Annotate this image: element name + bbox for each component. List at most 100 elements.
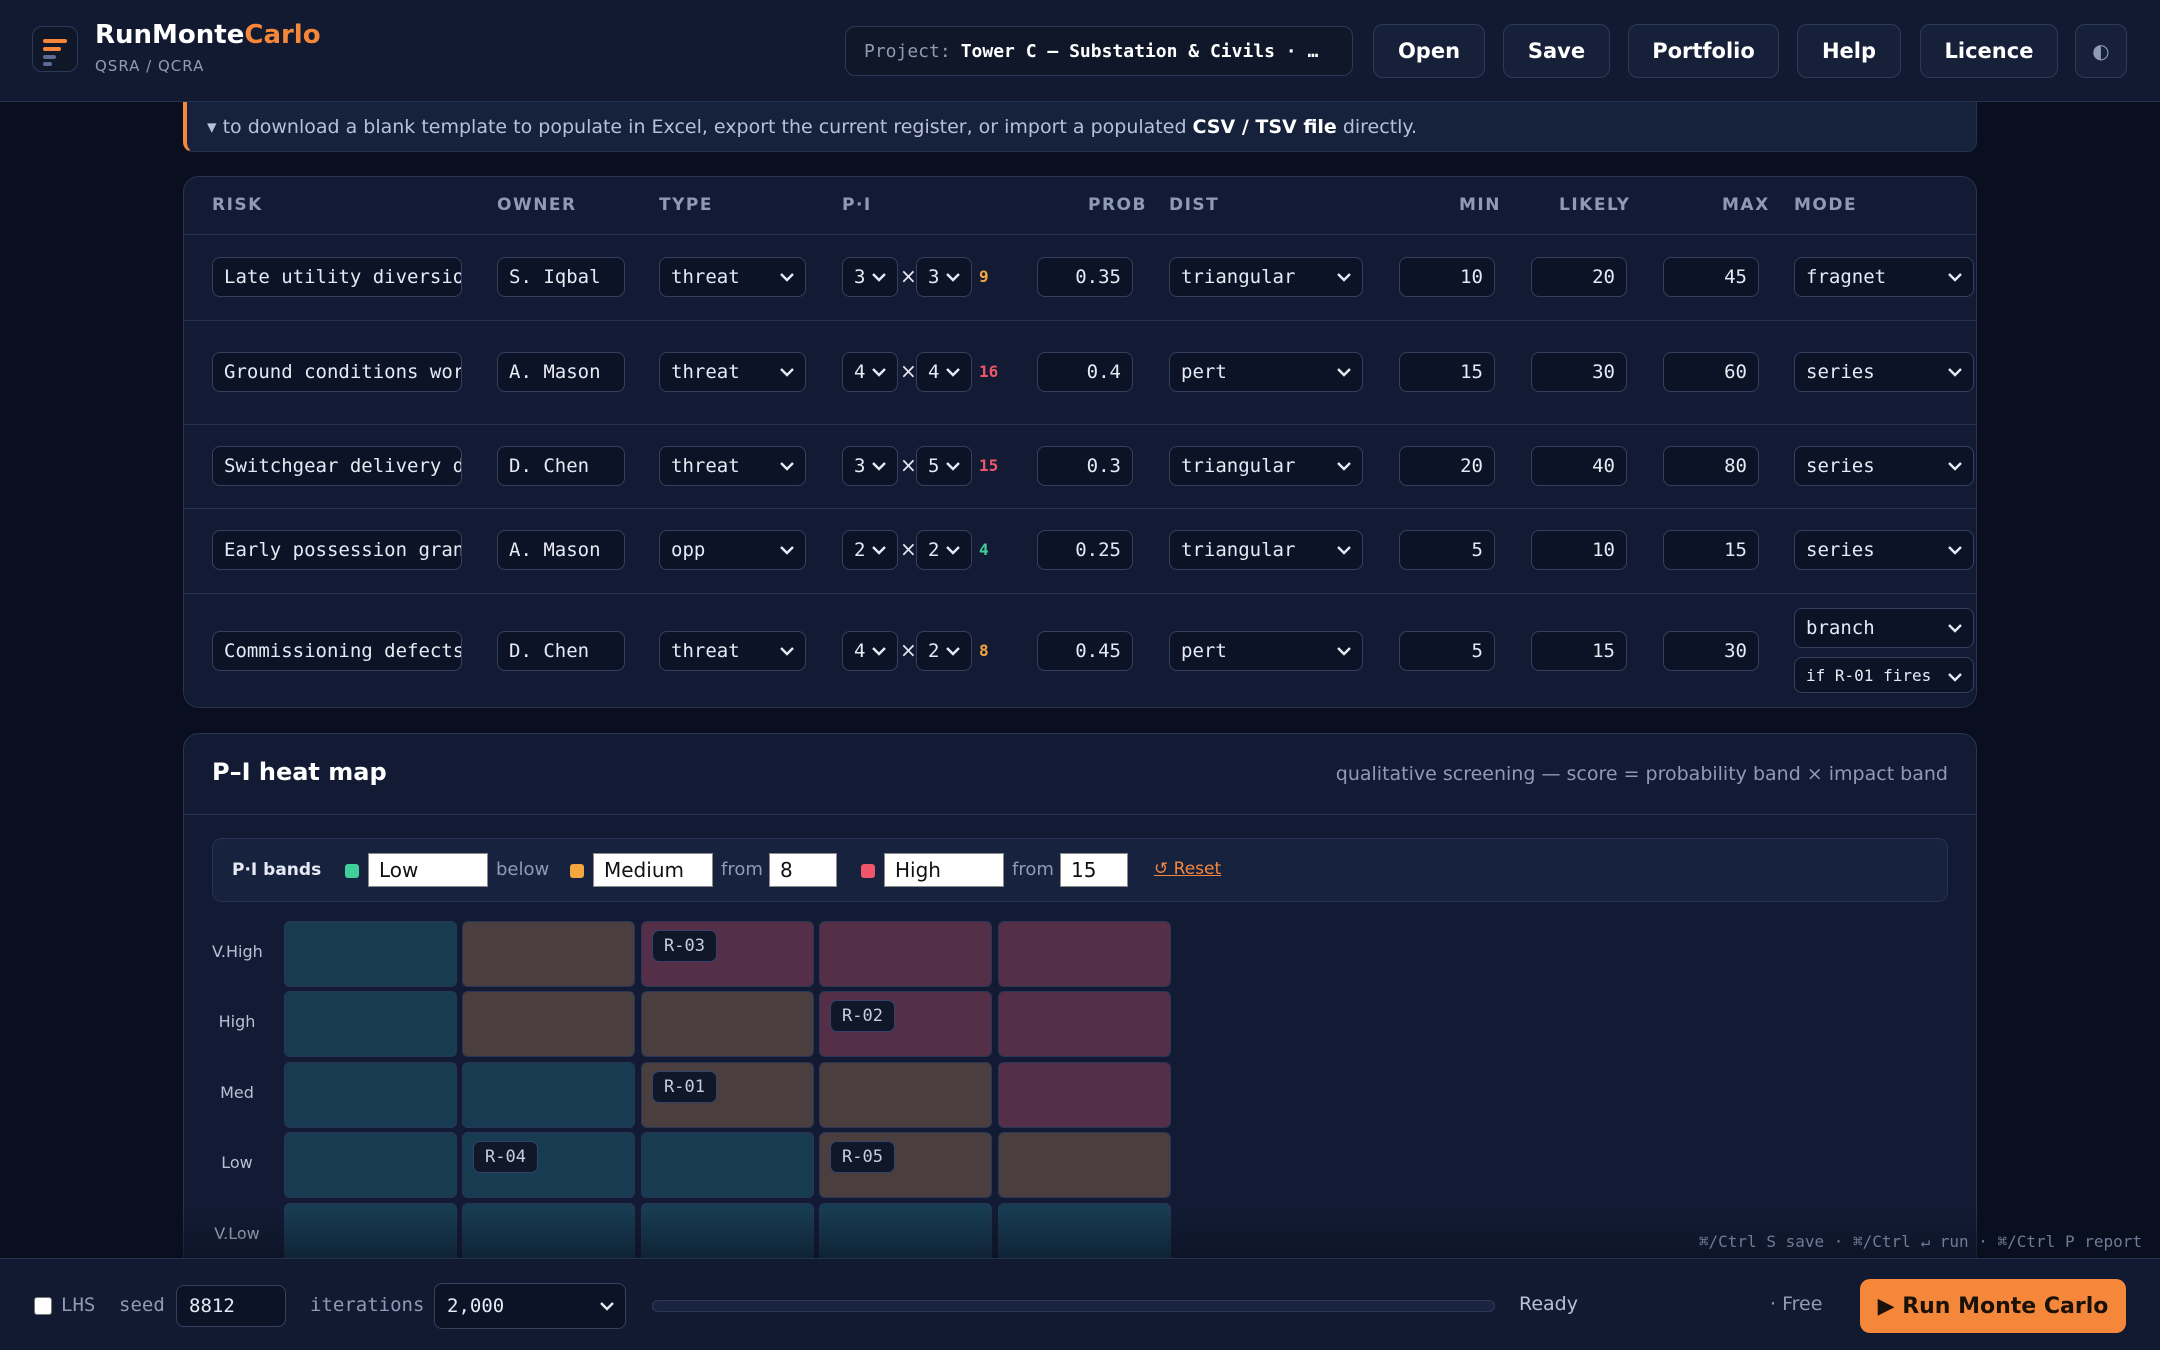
probability-input[interactable]: 0.45 (1037, 631, 1133, 671)
save-button[interactable]: Save (1503, 24, 1610, 78)
owner-input[interactable]: D. Chen (497, 631, 625, 671)
probability-band-select[interactable]: 3 (842, 446, 898, 486)
mode-select[interactable]: series (1794, 352, 1974, 392)
chevron-down-icon (946, 368, 960, 377)
heat-row-label: Med (220, 1083, 254, 1102)
chevron-down-icon (1948, 368, 1962, 377)
chevron-down-icon (1337, 273, 1351, 282)
impact-band-select[interactable]: 4 (916, 352, 972, 392)
max-input[interactable]: 30 (1663, 631, 1759, 671)
max-input[interactable]: 80 (1663, 446, 1759, 486)
reset-bands-link[interactable]: ↺ Reset (1154, 859, 1221, 879)
impact-band-select[interactable]: 2 (916, 631, 972, 671)
heat-cell (462, 921, 635, 987)
distribution-select-value: triangular (1181, 266, 1296, 288)
distribution-select[interactable]: triangular (1169, 530, 1363, 570)
open-button[interactable]: Open (1373, 24, 1485, 78)
medium-band-name-input[interactable]: Medium (593, 853, 713, 887)
high-threshold-input[interactable]: 15 (1060, 853, 1128, 887)
likely-input[interactable]: 10 (1531, 530, 1627, 570)
type-select[interactable]: threat (659, 446, 806, 486)
risk-marker[interactable]: R-02 (830, 1000, 895, 1032)
seed-input[interactable]: 8812 (176, 1285, 286, 1327)
owner-input[interactable]: S. Iqbal (497, 257, 625, 297)
low-band-label: below (496, 859, 550, 880)
medium-threshold-input[interactable]: 8 (769, 853, 837, 887)
row-divider (184, 508, 1976, 509)
theme-toggle-icon[interactable]: ◐ (2075, 24, 2127, 78)
min-input[interactable]: 5 (1399, 530, 1495, 570)
heat-cell (284, 921, 457, 987)
probability-band-select[interactable]: 3 (842, 257, 898, 297)
row-divider (184, 424, 1976, 425)
portfolio-button[interactable]: Portfolio (1628, 24, 1779, 78)
distribution-select[interactable]: triangular (1169, 257, 1363, 297)
project-selector[interactable]: Project: Tower C — Substation & Civils ·… (845, 26, 1353, 76)
mode-select-value: fragnet (1806, 266, 1887, 288)
likely-input[interactable]: 15 (1531, 631, 1627, 671)
likely-input[interactable]: 40 (1531, 446, 1627, 486)
pi-score: 16 (979, 362, 999, 381)
lhs-label: LHS (61, 1294, 96, 1316)
probability-input[interactable]: 0.25 (1037, 530, 1133, 570)
probability-input[interactable]: 0.3 (1037, 446, 1133, 486)
probability-band-select[interactable]: 4 (842, 352, 898, 392)
mode-select[interactable]: branch (1794, 608, 1974, 648)
type-select[interactable]: opp (659, 530, 806, 570)
risk-marker[interactable]: R-03 (652, 930, 717, 962)
owner-input[interactable]: D. Chen (497, 446, 625, 486)
mode-select[interactable]: series (1794, 446, 1974, 486)
owner-input[interactable]: A. Mason (497, 530, 625, 570)
high-band-name-input[interactable]: High (884, 853, 1004, 887)
max-input[interactable]: 60 (1663, 352, 1759, 392)
risk-marker[interactable]: R-05 (830, 1141, 895, 1173)
probability-input[interactable]: 0.4 (1037, 352, 1133, 392)
heat-cell (998, 1062, 1171, 1128)
distribution-select[interactable]: triangular (1169, 446, 1363, 486)
chevron-down-icon (1337, 462, 1351, 471)
heat-cell: R-03 (641, 921, 814, 987)
min-input[interactable]: 20 (1399, 446, 1495, 486)
probability-band-select[interactable]: 2 (842, 530, 898, 570)
branch-condition-select[interactable]: if R-01 fires (1794, 657, 1974, 693)
likely-input[interactable]: 20 (1531, 257, 1627, 297)
chevron-down-icon (872, 462, 886, 471)
probability-input[interactable]: 0.35 (1037, 257, 1133, 297)
max-input[interactable]: 45 (1663, 257, 1759, 297)
licence-button[interactable]: Licence (1920, 24, 2058, 78)
mode-select[interactable]: series (1794, 530, 1974, 570)
risk-name-input[interactable]: Late utility diversion (212, 257, 462, 297)
risk-name-input[interactable]: Switchgear delivery delay (212, 446, 462, 486)
probability-band-select[interactable]: 4 (842, 631, 898, 671)
help-button[interactable]: Help (1797, 24, 1901, 78)
risk-marker[interactable]: R-01 (652, 1071, 717, 1103)
type-select[interactable]: threat (659, 631, 806, 671)
risk-name-input[interactable]: Commissioning defects (212, 631, 462, 671)
type-select[interactable]: threat (659, 352, 806, 392)
type-select[interactable]: threat (659, 257, 806, 297)
max-input[interactable]: 15 (1663, 530, 1759, 570)
chevron-down-icon (872, 546, 886, 555)
risk-name-input[interactable]: Early possession granted (212, 530, 462, 570)
min-input[interactable]: 15 (1399, 352, 1495, 392)
chevron-down-icon (1948, 624, 1962, 633)
low-band-name-input[interactable]: Low (368, 853, 488, 887)
heat-cell: R-01 (641, 1062, 814, 1128)
impact-band-select[interactable]: 2 (916, 530, 972, 570)
run-monte-carlo-button[interactable]: ▶ Run Monte Carlo (1860, 1279, 2126, 1333)
risk-name-input[interactable]: Ground conditions worse than survey (212, 352, 462, 392)
distribution-select[interactable]: pert (1169, 352, 1363, 392)
distribution-select[interactable]: pert (1169, 631, 1363, 671)
min-input[interactable]: 5 (1399, 631, 1495, 671)
high-band-label: from (1012, 859, 1054, 880)
iterations-select[interactable]: 2,000 (434, 1283, 626, 1329)
mode-select[interactable]: fragnet (1794, 257, 1974, 297)
risk-marker[interactable]: R-04 (473, 1141, 538, 1173)
owner-input[interactable]: A. Mason (497, 352, 625, 392)
impact-band-select[interactable]: 5 (916, 446, 972, 486)
lhs-checkbox[interactable] (34, 1297, 52, 1315)
likely-input[interactable]: 30 (1531, 352, 1627, 392)
min-input[interactable]: 10 (1399, 257, 1495, 297)
impact-band-select[interactable]: 3 (916, 257, 972, 297)
mode-select-value: series (1806, 539, 1875, 561)
